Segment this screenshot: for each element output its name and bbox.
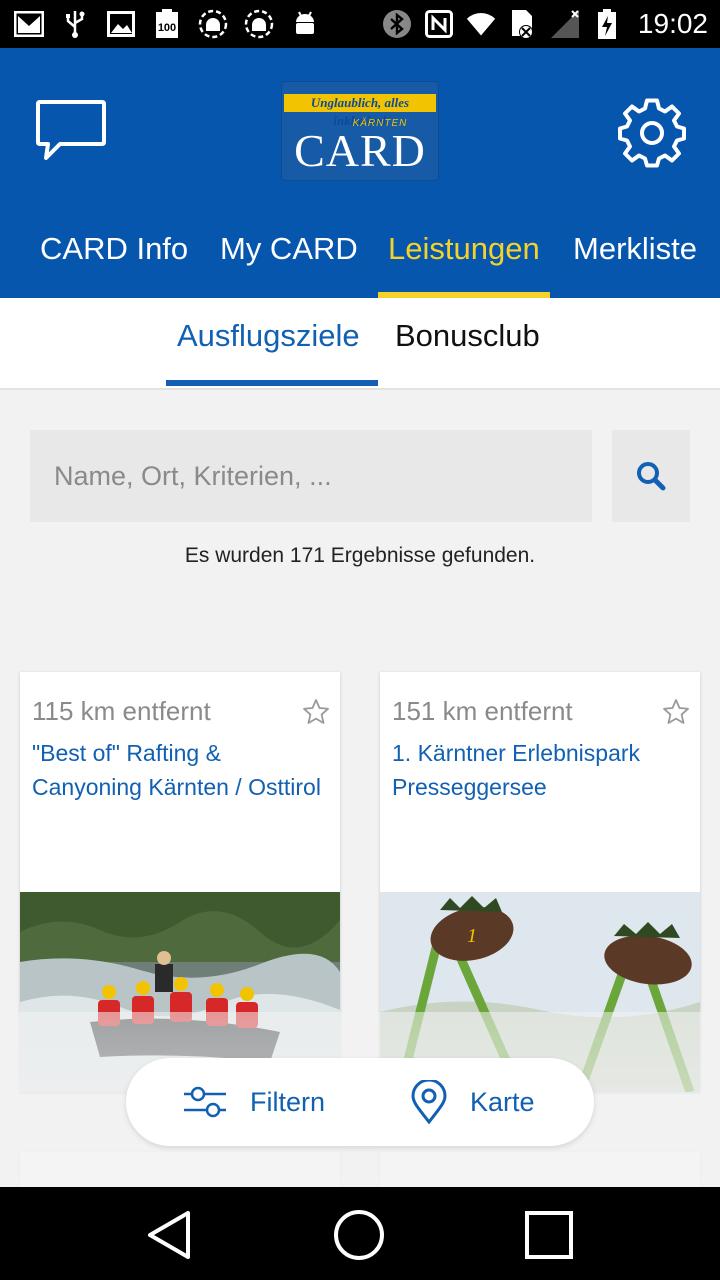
subtab-bonusclub[interactable]: Bonusclub xyxy=(395,318,540,354)
status-time: 19:02 xyxy=(637,8,708,39)
settings-button[interactable] xyxy=(616,98,688,168)
chat-icon xyxy=(36,100,106,160)
tab-label: CARD Info xyxy=(40,231,189,266)
tab-card-info[interactable]: CARD Info xyxy=(40,224,188,298)
battery-100-notification-icon: 100 xyxy=(152,9,182,39)
bluetooth-icon xyxy=(382,9,412,39)
android-debug-icon xyxy=(198,9,228,39)
status-bar: 100 19:02 xyxy=(0,0,720,48)
result-count: Es wurden 171 Ergebnisse gefunden. xyxy=(184,544,536,567)
sim-disabled-icon xyxy=(508,9,538,39)
chat-button[interactable] xyxy=(34,98,108,162)
action-pill: Filtern Karte xyxy=(126,1058,594,1146)
search-icon xyxy=(637,462,666,491)
wifi-icon xyxy=(466,9,496,39)
home-icon xyxy=(334,1210,384,1260)
filter-label: Filtern xyxy=(250,1086,326,1117)
star-icon[interactable] xyxy=(302,698,330,726)
android-icon xyxy=(290,9,320,39)
tab-label: Leistungen xyxy=(388,231,540,266)
map-button[interactable]: Karte xyxy=(410,1058,535,1146)
filter-icon xyxy=(184,1086,226,1118)
nfc-icon xyxy=(424,9,454,39)
gmail-icon xyxy=(14,9,44,39)
tab-my-card[interactable]: My CARD xyxy=(220,224,358,298)
subtab-ausflugsziele[interactable]: Ausflugsziele xyxy=(177,318,360,354)
signal-icon xyxy=(550,9,580,39)
tab-label: Merkliste xyxy=(573,231,698,266)
map-label: Karte xyxy=(470,1086,535,1117)
android-debug-icon xyxy=(244,9,274,39)
recents-icon xyxy=(525,1211,573,1259)
card-title[interactable]: 1. Kärntner Erlebnispark Presseggersee xyxy=(392,736,696,804)
app-logo: Unglaublich, alles inklusive! KÄRNTEN CA… xyxy=(282,82,438,180)
logo-slogan: Unglaublich, alles inklusive! xyxy=(284,94,436,128)
active-subtab-indicator xyxy=(166,380,378,386)
card-title[interactable]: "Best of" Rafting & Canyoning Kärnten / … xyxy=(32,736,336,804)
home-button[interactable] xyxy=(327,1203,391,1267)
search-input[interactable] xyxy=(30,430,592,522)
star-icon[interactable] xyxy=(662,698,690,726)
battery-charging-icon xyxy=(592,9,622,39)
gear-icon xyxy=(618,98,686,168)
map-pin-icon xyxy=(411,1080,447,1124)
sub-tab-bar: Ausflugsziele Bonusclub xyxy=(0,298,720,390)
distance-label: 151 km entfernt xyxy=(392,696,573,726)
recents-button[interactable] xyxy=(517,1203,581,1267)
results-content: Es wurden 171 Ergebnisse gefunden. 115 k… xyxy=(0,390,720,1187)
main-tab-bar: CARD Info My CARD Leistungen Merkliste xyxy=(0,224,720,298)
back-icon xyxy=(148,1211,190,1259)
system-nav-bar xyxy=(0,1187,720,1280)
image-icon xyxy=(106,9,136,39)
tab-label: My CARD xyxy=(220,231,358,266)
usb-icon xyxy=(60,9,90,39)
app-header: Unglaublich, alles inklusive! KÄRNTEN CA… xyxy=(0,48,720,298)
distance-label: 115 km entfernt xyxy=(32,696,211,726)
search-button[interactable] xyxy=(612,430,690,522)
filter-button[interactable]: Filtern xyxy=(182,1058,325,1146)
tab-leistungen[interactable]: Leistungen xyxy=(378,224,550,298)
svg-text:1: 1 xyxy=(467,925,477,947)
logo-brand: CARD xyxy=(294,125,426,176)
svg-text:100: 100 xyxy=(158,22,176,34)
back-button[interactable] xyxy=(138,1203,202,1267)
tab-merkliste[interactable]: Merkliste xyxy=(573,224,697,298)
